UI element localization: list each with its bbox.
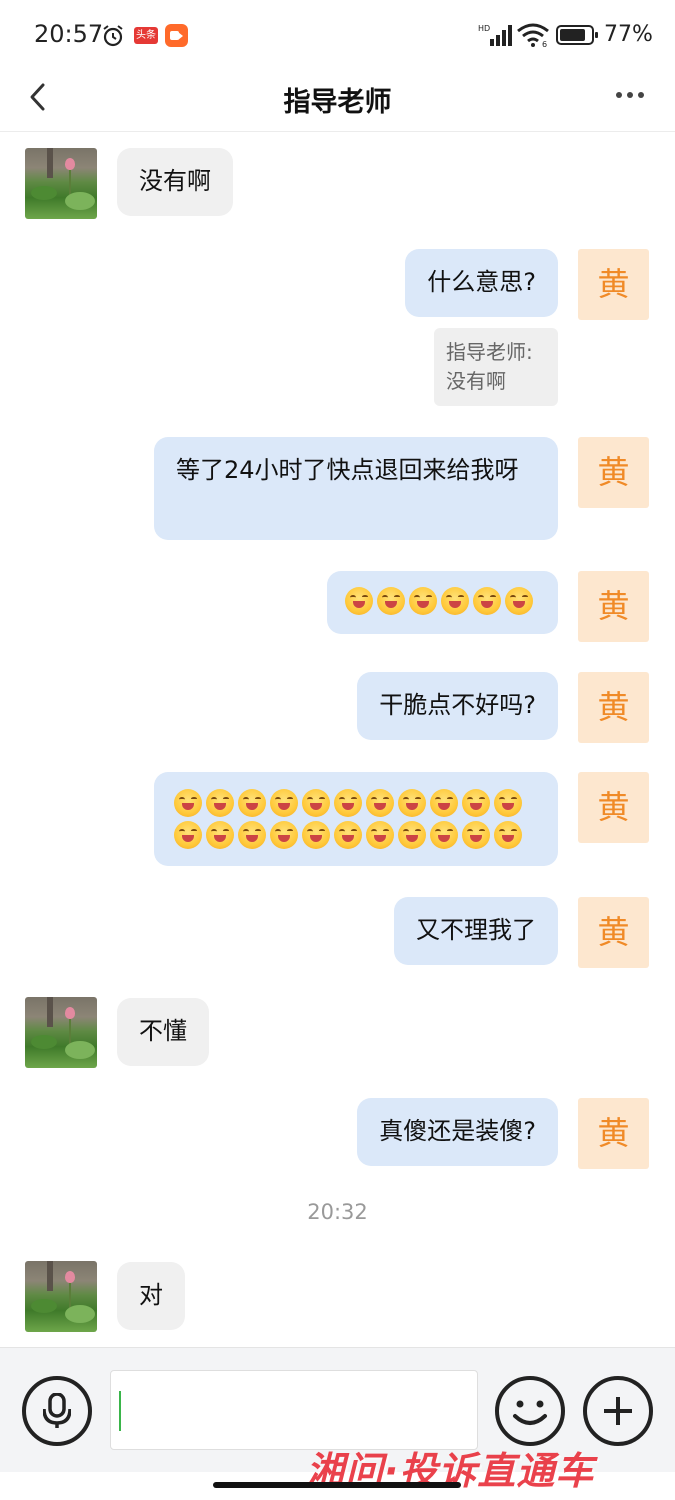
- emoji-button[interactable]: [495, 1376, 565, 1446]
- message-timestamp: 20:32: [307, 1200, 368, 1224]
- laughing-emoji-icon: [473, 587, 501, 615]
- emoji-row: [174, 818, 538, 850]
- laughing-emoji-icon: [505, 587, 533, 615]
- emoji-message[interactable]: [154, 772, 558, 866]
- quote-author: 指导老师:: [446, 340, 533, 364]
- laughing-emoji-icon: [302, 789, 330, 817]
- status-time: 20:57: [34, 20, 104, 48]
- home-indicator[interactable]: [213, 1482, 461, 1488]
- laughing-emoji-icon: [238, 789, 266, 817]
- laughing-emoji-icon: [398, 821, 426, 849]
- quote-text: 没有啊: [446, 369, 506, 393]
- toutiao-app-icon: 头条: [134, 27, 158, 44]
- laughing-emoji-icon: [409, 587, 437, 615]
- laughing-emoji-icon: [302, 821, 330, 849]
- laughing-emoji-icon: [174, 821, 202, 849]
- user-avatar[interactable]: 黄: [578, 437, 649, 508]
- emoji-icon: [513, 1400, 547, 1425]
- page-title: 指导老师: [283, 87, 392, 118]
- video-app-icon: [165, 24, 188, 47]
- chat-header: 指导老师: [0, 70, 675, 132]
- laughing-emoji-icon: [430, 789, 458, 817]
- laughing-emoji-icon: [366, 821, 394, 849]
- battery-percent: 77%: [604, 22, 653, 47]
- laughing-emoji-icon: [366, 789, 394, 817]
- user-avatar[interactable]: 黄: [578, 897, 649, 968]
- wifi-icon: 6: [517, 23, 549, 48]
- laughing-emoji-icon: [494, 821, 522, 849]
- contact-avatar[interactable]: [25, 148, 97, 219]
- laughing-emoji-icon: [377, 587, 405, 615]
- message-input[interactable]: [110, 1370, 478, 1450]
- text-caret: [119, 1391, 121, 1431]
- laughing-emoji-icon: [334, 789, 362, 817]
- add-button[interactable]: [583, 1376, 653, 1446]
- laughing-emoji-icon: [462, 789, 490, 817]
- laughing-emoji-icon: [430, 821, 458, 849]
- user-avatar[interactable]: 黄: [578, 672, 649, 743]
- contact-avatar[interactable]: [25, 997, 97, 1068]
- svg-text:HD: HD: [478, 24, 490, 33]
- outgoing-message[interactable]: 什么意思?: [405, 249, 558, 317]
- user-avatar[interactable]: 黄: [578, 249, 649, 320]
- laughing-emoji-icon: [334, 821, 362, 849]
- laughing-emoji-icon: [174, 789, 202, 817]
- alarm-icon: [103, 25, 123, 47]
- battery-icon: [556, 25, 598, 45]
- incoming-message[interactable]: 没有啊: [117, 148, 233, 216]
- laughing-emoji-icon: [398, 789, 426, 817]
- laughing-emoji-icon: [270, 821, 298, 849]
- user-avatar[interactable]: 黄: [578, 772, 649, 843]
- quoted-message[interactable]: 指导老师: 没有啊: [434, 328, 558, 406]
- emoji-row: [174, 786, 538, 818]
- laughing-emoji-icon: [270, 789, 298, 817]
- laughing-emoji-icon: [206, 789, 234, 817]
- chat-screen: 20:57 头条 HD 6 77% 指导老师 没有啊 什么意思? 黄 指导老师:…: [0, 0, 675, 1500]
- laughing-emoji-icon: [494, 789, 522, 817]
- svg-text:6: 6: [542, 40, 547, 48]
- user-avatar[interactable]: 黄: [578, 1098, 649, 1169]
- voice-button[interactable]: [22, 1376, 92, 1446]
- emoji-message[interactable]: [327, 571, 558, 634]
- laughing-emoji-icon: [206, 821, 234, 849]
- more-icon[interactable]: [615, 88, 645, 102]
- incoming-message[interactable]: 不懂: [117, 998, 209, 1066]
- status-bar: 20:57 头条 HD 6 77%: [0, 0, 675, 70]
- signal-icon: HD: [478, 24, 512, 46]
- laughing-emoji-icon: [238, 821, 266, 849]
- user-avatar[interactable]: 黄: [578, 571, 649, 642]
- outgoing-message[interactable]: 干脆点不好吗?: [357, 672, 558, 740]
- contact-avatar[interactable]: [25, 1261, 97, 1332]
- laughing-emoji-icon: [345, 587, 373, 615]
- incoming-message[interactable]: 对: [117, 1262, 185, 1330]
- laughing-emoji-icon: [441, 587, 469, 615]
- laughing-emoji-icon: [462, 821, 490, 849]
- voice-icon: [43, 1393, 71, 1428]
- emoji-row: [345, 584, 540, 616]
- outgoing-message[interactable]: 等了24小时了快点退回来给我呀: [154, 437, 558, 540]
- outgoing-message[interactable]: 又不理我了: [394, 897, 558, 965]
- outgoing-message[interactable]: 真傻还是装傻?: [357, 1098, 558, 1166]
